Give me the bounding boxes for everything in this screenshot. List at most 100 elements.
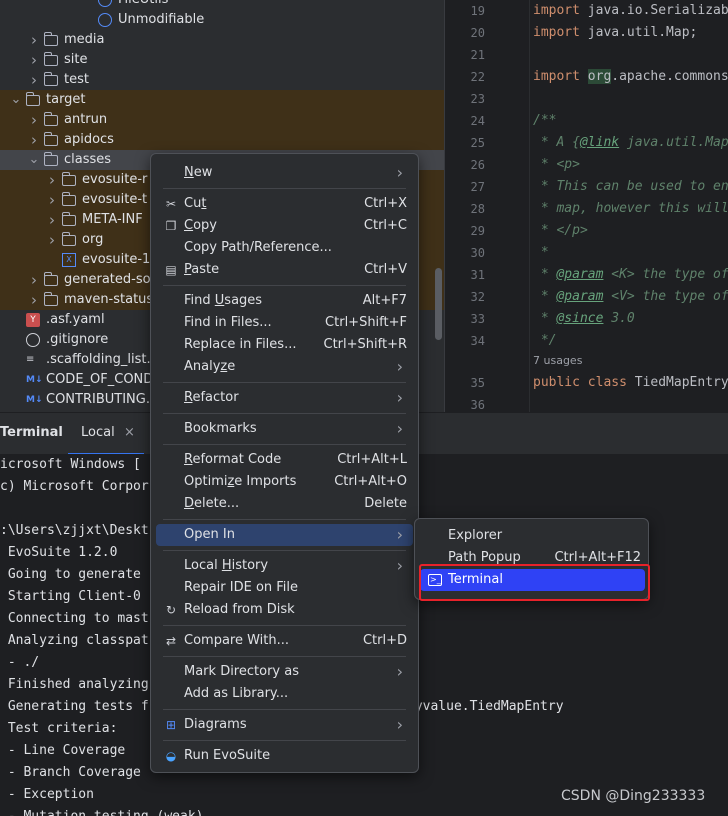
chevron-right-icon[interactable]: › xyxy=(28,270,40,290)
menu-item-refactor[interactable]: Refactor › xyxy=(156,387,413,409)
tree-item[interactable]: ⌄ target xyxy=(0,90,444,110)
menu-item-copy-path-reference[interactable]: Copy Path/Reference... xyxy=(156,237,413,259)
menu-separator xyxy=(163,413,406,414)
code-line: import org.apache.commons xyxy=(533,66,728,88)
chevron-right-icon: › xyxy=(396,163,403,182)
gutter-divider xyxy=(529,0,530,412)
terminal-line: c) Microsoft Corpor xyxy=(0,479,149,494)
clipboard-icon: ▤ xyxy=(165,263,177,277)
tree-item[interactable]: FileUtils xyxy=(0,0,444,10)
line-number: 31 xyxy=(470,268,485,282)
chevron-right-icon: › xyxy=(396,525,403,544)
code-token: * xyxy=(533,311,557,326)
menu-item-bookmarks[interactable]: Bookmarks › xyxy=(156,418,413,440)
folder-icon xyxy=(62,192,76,206)
code-token: import xyxy=(533,3,580,18)
tree-item[interactable]: › antrun xyxy=(0,110,444,130)
menu-item-find-usages[interactable]: Find Usages Alt+F7 xyxy=(156,290,413,312)
menu-item-mark-directory-as[interactable]: Mark Directory as › xyxy=(156,661,413,683)
tree-item-label: .scaffolding_list. xyxy=(46,352,151,367)
menu-item-shortcut: Ctrl+V xyxy=(364,262,407,277)
chevron-right-icon[interactable]: › xyxy=(46,230,58,250)
terminal-tab-local[interactable]: Local × xyxy=(68,413,144,455)
class-icon xyxy=(98,13,112,27)
menu-item-label: Delete... xyxy=(184,496,240,511)
line-number: 26 xyxy=(470,158,485,172)
menu-item-cut[interactable]: ✂ Cut Ctrl+X xyxy=(156,193,413,215)
tree-item-label: generated-so xyxy=(64,272,151,287)
menu-item-find-in-files[interactable]: Find in Files... Ctrl+Shift+F xyxy=(156,312,413,334)
text-file-icon: ≡ xyxy=(26,354,35,365)
copy-icon: ❐ xyxy=(165,219,177,233)
terminal-line: Finished analyzing xyxy=(0,677,149,692)
folder-icon xyxy=(44,272,58,286)
menu-item-run-evosuite[interactable]: ◒ Run EvoSuite xyxy=(156,745,413,767)
menu-separator xyxy=(163,709,406,710)
menu-separator xyxy=(163,740,406,741)
chevron-right-icon[interactable]: › xyxy=(28,30,40,50)
menu-item-repair-ide-on-file[interactable]: Repair IDE on File xyxy=(156,577,413,599)
line-number: 19 xyxy=(470,4,485,18)
close-icon[interactable]: × xyxy=(124,425,135,440)
menu-item-compare-with[interactable]: ⇄ Compare With... Ctrl+D xyxy=(156,630,413,652)
tree-item-label: .gitignore xyxy=(46,332,109,347)
menu-item-replace-in-files[interactable]: Replace in Files... Ctrl+Shift+R xyxy=(156,334,413,356)
usages-hint[interactable]: 7 usages xyxy=(533,354,582,367)
menu-item-paste[interactable]: ▤ Paste Ctrl+V xyxy=(156,259,413,281)
tree-item[interactable]: Unmodifiable xyxy=(0,10,444,30)
chevron-down-icon[interactable]: ⌄ xyxy=(10,90,22,110)
menu-item-reload-from-disk[interactable]: ↻ Reload from Disk xyxy=(156,599,413,621)
folder-icon xyxy=(44,52,58,66)
tree-item[interactable]: › media xyxy=(0,30,444,50)
menu-item-label: Find Usages xyxy=(184,293,263,308)
line-number: 25 xyxy=(470,136,485,150)
chevron-right-icon: › xyxy=(396,662,403,681)
chevron-right-icon[interactable]: › xyxy=(46,170,58,190)
menu-item-label: Copy Path/Reference... xyxy=(184,240,332,255)
tree-item-label: META-INF xyxy=(82,212,143,227)
folder-icon xyxy=(62,232,76,246)
submenu-item-explorer[interactable]: Explorer xyxy=(420,525,645,547)
chevron-right-icon[interactable]: › xyxy=(46,210,58,230)
menu-item-shortcut: Delete xyxy=(364,496,407,511)
chevron-right-icon[interactable]: › xyxy=(28,290,40,310)
menu-item-open-in[interactable]: Open In › xyxy=(156,524,413,546)
menu-item-delete[interactable]: Delete... Delete xyxy=(156,493,413,515)
terminal-line: Analyzing classpat xyxy=(0,633,149,648)
tree-item-label: classes xyxy=(64,152,112,167)
chevron-right-icon[interactable]: › xyxy=(28,110,40,130)
menu-item-analyze[interactable]: Analyze › xyxy=(156,356,413,378)
tree-item-label: test xyxy=(64,72,89,87)
menu-item-diagrams[interactable]: ⊞ Diagrams › xyxy=(156,714,413,736)
chevron-right-icon[interactable]: › xyxy=(28,70,40,90)
menu-item-label: Run EvoSuite xyxy=(184,748,271,763)
tree-item[interactable]: › test xyxy=(0,70,444,90)
menu-item-label: Analyze xyxy=(184,359,236,374)
code-token: * </p> xyxy=(533,223,588,238)
menu-item-local-history[interactable]: Local History › xyxy=(156,555,413,577)
chevron-right-icon[interactable]: › xyxy=(28,130,40,150)
code-editor[interactable]: 19 import java.io.Serializab 20 import java… xyxy=(444,0,728,412)
folder-icon xyxy=(62,172,76,186)
line-number: 22 xyxy=(470,70,485,84)
menu-item-label: Add as Library... xyxy=(184,686,289,701)
tree-scrollbar[interactable] xyxy=(435,268,442,340)
menu-item-new[interactable]: New › xyxy=(156,162,413,184)
line-number: 21 xyxy=(470,48,485,62)
chevron-right-icon[interactable]: › xyxy=(28,50,40,70)
menu-item-add-as-library[interactable]: Add as Library... xyxy=(156,683,413,705)
menu-item-copy[interactable]: ❐ Copy Ctrl+C xyxy=(156,215,413,237)
tree-item[interactable]: › apidocs xyxy=(0,130,444,150)
tree-item[interactable]: › site xyxy=(0,50,444,70)
chevron-down-icon[interactable]: ⌄ xyxy=(28,150,40,170)
terminal-line: Connecting to mast xyxy=(0,611,149,626)
yaml-file-icon: Y xyxy=(26,313,40,327)
line-number: 28 xyxy=(470,202,485,216)
menu-separator xyxy=(163,382,406,383)
menu-item-reformat-code[interactable]: Reformat Code Ctrl+Alt+L xyxy=(156,449,413,471)
line-number: 23 xyxy=(470,92,485,106)
code-token: * xyxy=(533,267,557,282)
menu-item-optimize-imports[interactable]: Optimize Imports Ctrl+Alt+O xyxy=(156,471,413,493)
chevron-right-icon[interactable]: › xyxy=(46,190,58,210)
code-token: */ xyxy=(533,333,557,348)
